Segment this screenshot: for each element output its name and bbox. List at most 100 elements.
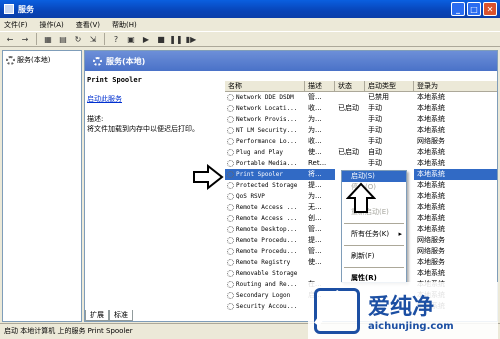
cell-name-text: NT LM Security... — [236, 127, 298, 134]
close-button[interactable]: ✕ — [483, 2, 497, 16]
service-gear-icon — [227, 127, 234, 134]
cell-name-text: Network Provis... — [236, 116, 298, 123]
cell-description: Ret... — [308, 159, 327, 167]
console-tree-icon[interactable]: ▦ — [42, 33, 54, 45]
column-name[interactable]: 名称 — [225, 81, 305, 91]
cell-name-text: Remote Desktop... — [236, 226, 298, 233]
cell-startup-type: 手动 — [368, 126, 382, 134]
cell-name: Network Provis... — [225, 114, 305, 125]
cell-startup-type: 手动 — [368, 159, 382, 167]
tab-extended[interactable]: 扩展 — [85, 310, 109, 321]
cell-name-text: Network DDE DSDM — [236, 94, 294, 101]
maximize-button[interactable]: □ — [467, 2, 481, 16]
refresh-icon[interactable]: ↻ — [72, 33, 84, 45]
table-row[interactable]: Network Provis... 为... 手动 本地系统 — [225, 114, 497, 125]
column-startup-type[interactable]: 启动类型 — [365, 81, 414, 91]
cell-name: Remote Desktop... — [225, 224, 305, 235]
menu-item-start[interactable]: 启动(S) — [342, 171, 406, 182]
toolbar-separator — [104, 33, 105, 45]
menu-item-all-tasks[interactable]: 所有任务(K) ▸ — [342, 229, 406, 240]
cell-startup-type: 手动 — [368, 115, 382, 123]
cell-logon-as: 本地系统 — [417, 269, 445, 277]
restart-icon[interactable]: ▮▶ — [185, 33, 197, 45]
cell-logon-as: 本地系统 — [417, 126, 445, 134]
tree-item-services-local[interactable]: 服务(本地) — [3, 51, 81, 69]
cell-name: Secondary Logon — [225, 290, 305, 301]
table-row[interactable]: NT LM Security... 为... 手动 本地系统 — [225, 125, 497, 136]
service-gear-icon — [227, 116, 234, 123]
minimize-button[interactable]: _ — [451, 2, 465, 16]
cell-name-text: QoS RSVP — [236, 193, 265, 200]
help-icon[interactable]: ? — [110, 33, 122, 45]
cell-name: Network Locati... — [225, 103, 305, 114]
export-icon[interactable]: ⇲ — [87, 33, 99, 45]
cell-description: 管... — [308, 225, 322, 233]
watermark-logo — [314, 287, 360, 334]
column-logon-as[interactable]: 登录为 — [414, 81, 497, 91]
service-gear-icon — [227, 160, 234, 167]
cell-description: 为... — [308, 192, 322, 200]
cell-description: 收... — [308, 137, 322, 145]
cell-logon-as: 本地系统 — [417, 203, 445, 211]
pause-icon[interactable]: ❚❚ — [169, 33, 182, 45]
cell-name: Protected Storage — [225, 180, 305, 191]
cell-name-text: Plug and Play — [236, 149, 283, 156]
services-app-icon — [4, 4, 14, 14]
service-gear-icon — [227, 215, 234, 222]
service-gear-icon — [227, 94, 234, 101]
cell-logon-as: 本地系统 — [417, 225, 445, 233]
cell-name-text: Protected Storage — [236, 182, 298, 189]
service-gear-icon — [227, 171, 234, 178]
properties-icon[interactable]: ▤ — [57, 33, 69, 45]
start-service-link[interactable]: 启动此服务 — [87, 94, 222, 104]
cell-startup-type: 手动 — [368, 137, 382, 145]
service-gear-icon — [227, 259, 234, 266]
menu-view[interactable]: 查看(V) — [76, 20, 100, 30]
cell-name-text: Print Spooler — [236, 171, 283, 178]
cell-description: 将... — [305, 169, 335, 180]
cell-name: Plug and Play — [225, 147, 305, 158]
cell-status — [335, 125, 365, 136]
cell-logon-as: 网络服务 — [417, 236, 445, 244]
menu-separator — [344, 267, 404, 268]
cell-name: Remote Access ... — [225, 213, 305, 224]
service-name: Print Spooler — [87, 76, 142, 84]
table-row[interactable]: Plug and Play 使... 已启动 自动 本地系统 — [225, 147, 497, 158]
table-row[interactable]: Portable Media... Ret... 手动 本地系统 — [225, 158, 497, 169]
service-gear-icon — [227, 292, 234, 299]
console-icon[interactable]: ▣ — [125, 33, 137, 45]
service-gear-icon — [227, 237, 234, 244]
menu-help[interactable]: 帮助(H) — [112, 20, 137, 30]
table-row[interactable]: Network Locati... 收... 已启动 手动 本地系统 — [225, 103, 497, 114]
cell-name-text: Secondary Logon — [236, 292, 291, 299]
window-title: 服务 — [18, 4, 34, 14]
cell-name-text: Removable Storage — [236, 270, 298, 277]
table-row[interactable]: Network DDE DSDM 管... 已禁用 本地系统 — [225, 92, 497, 103]
view-tabs: 扩展 标准 — [85, 310, 235, 321]
description-text: 将文件加载到内存中以便迟后打印。 — [87, 125, 199, 133]
menu-file[interactable]: 文件(F) — [4, 20, 28, 30]
cell-name-text: Remote Access ... — [236, 204, 298, 211]
menu-action[interactable]: 操作(A) — [40, 20, 64, 30]
cell-logon-as: 本地系统 — [417, 159, 445, 167]
column-status[interactable]: 状态 — [335, 81, 365, 91]
play-icon[interactable]: ▶ — [140, 33, 152, 45]
back-icon[interactable]: ← — [4, 33, 16, 45]
service-gear-icon — [227, 281, 234, 288]
cell-logon-as: 本地系统 — [417, 115, 445, 123]
service-gear-icon — [227, 149, 234, 156]
cell-logon-as: 本地系统 — [417, 93, 445, 101]
forward-icon[interactable]: → — [19, 33, 31, 45]
watermark: 爱纯净 aichunjing.com — [308, 282, 498, 339]
cell-name: Network DDE DSDM — [225, 92, 305, 103]
service-gear-icon — [227, 270, 234, 277]
tab-standard[interactable]: 标准 — [109, 310, 133, 321]
table-row[interactable]: Performance Lo... 收... 手动 网络服务 — [225, 136, 497, 147]
cell-name-text: Remote Procedu... — [236, 248, 298, 255]
cell-name-text: Portable Media... — [236, 160, 298, 167]
cell-name: Security Accou... — [225, 301, 305, 312]
cell-logon-as: 本地系统 — [417, 214, 445, 222]
column-description[interactable]: 描述 — [305, 81, 335, 91]
menu-item-refresh[interactable]: 刷新(F) — [342, 251, 406, 262]
stop-icon[interactable]: ■ — [155, 33, 167, 45]
